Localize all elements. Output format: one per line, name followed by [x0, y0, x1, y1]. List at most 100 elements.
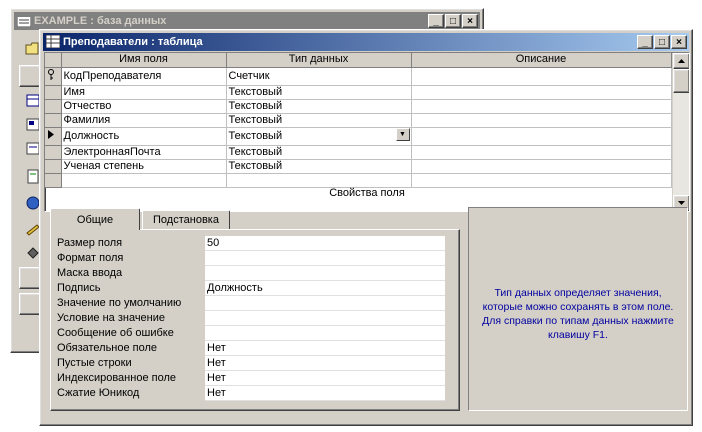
- row-selector[interactable]: [45, 127, 62, 146]
- field-properties-label: Свойства поля: [329, 187, 405, 199]
- field-name-cell[interactable]: Фамилия: [61, 113, 227, 128]
- help-panel: Тип данных определяет значения, которые …: [468, 207, 688, 411]
- general-properties-panel: Размер поля 50 Формат поля Маска ввода П…: [50, 229, 460, 411]
- property-value[interactable]: [205, 266, 445, 281]
- table-design-titlebar[interactable]: Преподаватели : таблица _ □ ×: [43, 33, 689, 51]
- property-value[interactable]: Нет: [205, 341, 445, 356]
- description-cell[interactable]: [411, 145, 672, 160]
- data-type-cell[interactable]: Текстовый: [226, 85, 412, 100]
- table-design-window: Преподаватели : таблица _ □ × Имя поля Т…: [39, 29, 693, 426]
- property-label: Обязательное поле: [57, 342, 158, 354]
- table-design-title: Преподаватели : таблица: [63, 36, 203, 48]
- column-header-field-name[interactable]: Имя поля: [61, 53, 227, 68]
- property-label: Подпись: [57, 282, 101, 294]
- property-value[interactable]: [205, 296, 445, 311]
- property-label: Маска ввода: [57, 267, 123, 279]
- description-cell[interactable]: [411, 99, 672, 114]
- row-selector[interactable]: [45, 85, 62, 100]
- property-value[interactable]: Нет: [205, 371, 445, 386]
- description-cell[interactable]: [411, 127, 672, 146]
- table-row[interactable]: Фамилия Текстовый: [45, 113, 672, 128]
- maximize-button[interactable]: □: [654, 35, 670, 49]
- scroll-thumb[interactable]: [673, 69, 689, 93]
- property-value[interactable]: [205, 311, 445, 326]
- property-value[interactable]: [205, 251, 445, 266]
- property-value[interactable]: [205, 326, 445, 341]
- property-row[interactable]: Сжатие Юникод Нет: [57, 386, 449, 401]
- row-selector[interactable]: [45, 159, 62, 174]
- property-label: Пустые строки: [57, 357, 132, 369]
- minimize-button[interactable]: _: [428, 14, 444, 28]
- description-cell[interactable]: [411, 159, 672, 174]
- property-row[interactable]: Условие на значение: [57, 311, 449, 326]
- property-row[interactable]: Обязательное поле Нет: [57, 341, 449, 356]
- property-row[interactable]: Пустые строки Нет: [57, 356, 449, 371]
- property-label: Сжатие Юникод: [57, 387, 140, 399]
- row-selector[interactable]: [45, 67, 62, 86]
- row-selector[interactable]: [45, 113, 62, 128]
- property-value[interactable]: 50: [205, 236, 445, 251]
- database-window-title: EXAMPLE : база данных: [34, 15, 167, 27]
- description-cell[interactable]: [411, 85, 672, 100]
- table-row[interactable]: Ученая степень Текстовый: [45, 159, 672, 174]
- table-row[interactable]: Отчество Текстовый: [45, 99, 672, 114]
- close-button[interactable]: ×: [671, 35, 687, 49]
- property-row[interactable]: Сообщение об ошибке: [57, 326, 449, 341]
- property-row[interactable]: Подпись Должность: [57, 281, 449, 296]
- property-row[interactable]: Формат поля: [57, 251, 449, 266]
- field-name-cell[interactable]: ЭлектроннаяПочта: [61, 145, 227, 160]
- table-row[interactable]: Имя Текстовый: [45, 85, 672, 100]
- property-label: Размер поля: [57, 237, 123, 249]
- header-corner: [45, 53, 62, 68]
- property-row[interactable]: Размер поля 50: [57, 236, 449, 251]
- tab-lookup[interactable]: Подстановка: [142, 210, 230, 230]
- data-type-cell[interactable]: Счетчик: [226, 67, 412, 86]
- property-value[interactable]: Нет: [205, 386, 445, 401]
- row-selector[interactable]: [45, 99, 62, 114]
- column-header-description[interactable]: Описание: [411, 53, 672, 68]
- current-row-arrow-icon: [48, 129, 54, 139]
- description-cell[interactable]: [411, 67, 672, 86]
- maximize-button[interactable]: □: [445, 14, 461, 28]
- data-type-value: Текстовый: [228, 129, 283, 142]
- property-label: Индексированное поле: [57, 372, 176, 384]
- database-window-titlebar[interactable]: EXAMPLE : база данных _ □ ×: [14, 12, 480, 30]
- column-header-data-type[interactable]: Тип данных: [226, 53, 412, 68]
- grid-header: Имя поля Тип данных Описание: [45, 53, 672, 68]
- property-value[interactable]: Нет: [205, 356, 445, 371]
- properties-tabs: Общие Подстановка: [50, 208, 470, 230]
- field-name-cell[interactable]: КодПреподавателя: [61, 67, 227, 86]
- table-row[interactable]: КодПреподавателя Счетчик: [45, 67, 672, 86]
- field-name-cell[interactable]: Отчество: [61, 99, 227, 114]
- property-value[interactable]: Должность: [205, 281, 445, 296]
- property-label: Сообщение об ошибке: [57, 327, 174, 339]
- minimize-button[interactable]: _: [637, 35, 653, 49]
- property-row[interactable]: Маска ввода: [57, 266, 449, 281]
- data-type-combo[interactable]: Текстовый ▼: [226, 127, 412, 146]
- table-row[interactable]: ЭлектроннаяПочта Текстовый: [45, 145, 672, 160]
- property-row[interactable]: Значение по умолчанию: [57, 296, 449, 311]
- primary-key-icon: [48, 68, 54, 80]
- close-button[interactable]: ×: [462, 14, 478, 28]
- scroll-up-button[interactable]: [673, 53, 689, 69]
- property-label: Условие на значение: [57, 312, 166, 324]
- field-name-cell[interactable]: Должность: [61, 127, 227, 146]
- help-text: Тип данных определяет значения, которые …: [482, 287, 674, 341]
- row-selector[interactable]: [45, 145, 62, 160]
- data-type-cell[interactable]: Текстовый: [226, 159, 412, 174]
- property-label: Формат поля: [57, 252, 124, 264]
- tab-general[interactable]: Общие: [50, 208, 140, 230]
- property-label: Значение по умолчанию: [57, 297, 182, 309]
- property-row[interactable]: Индексированное поле Нет: [57, 371, 449, 386]
- database-icon: [17, 14, 31, 27]
- description-cell[interactable]: [411, 113, 672, 128]
- data-type-cell[interactable]: Текстовый: [226, 113, 412, 128]
- table-icon: [46, 35, 60, 48]
- field-name-cell[interactable]: Ученая степень: [61, 159, 227, 174]
- table-row-current[interactable]: Должность Текстовый ▼: [45, 127, 672, 146]
- data-type-cell[interactable]: Текстовый: [226, 99, 412, 114]
- field-name-cell[interactable]: Имя: [61, 85, 227, 100]
- dropdown-button[interactable]: ▼: [395, 127, 410, 141]
- data-type-cell[interactable]: Текстовый: [226, 145, 412, 160]
- arrow-up-icon: [678, 59, 685, 63]
